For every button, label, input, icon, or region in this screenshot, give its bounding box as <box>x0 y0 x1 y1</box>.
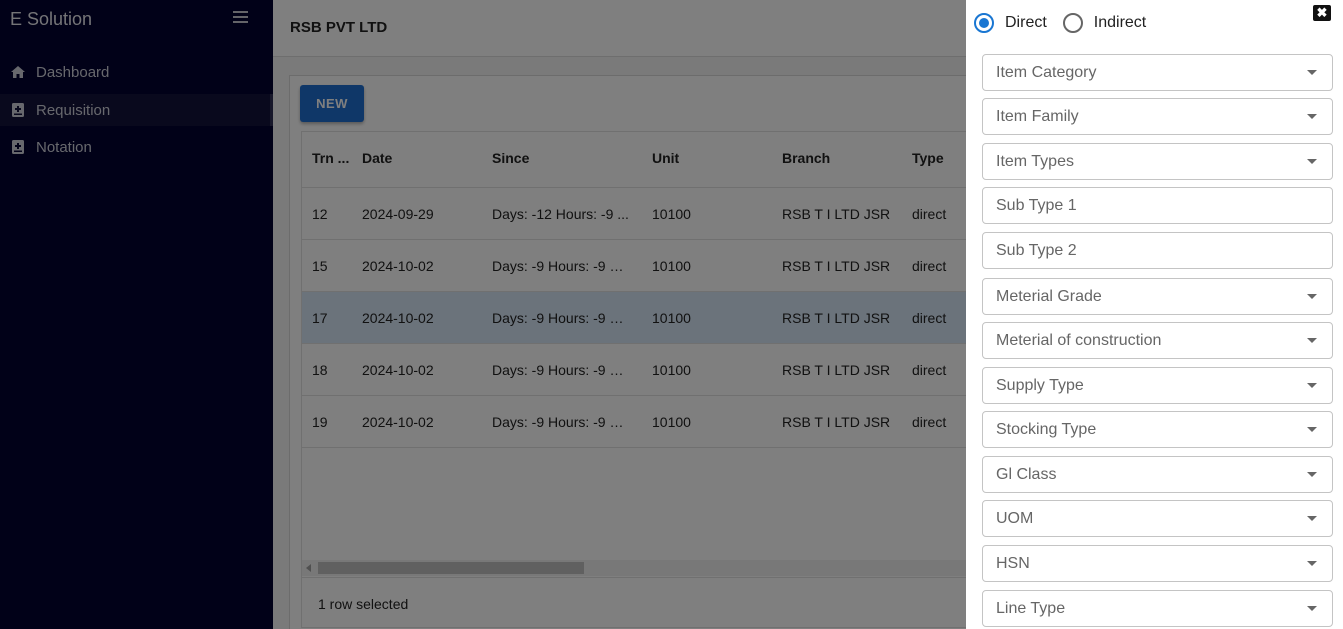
sub-type-1-field[interactable] <box>982 187 1333 224</box>
uom-label: UOM <box>996 510 1034 527</box>
meterial-construction-select[interactable]: Meterial of construction <box>982 322 1333 359</box>
item-family-label: Item Family <box>996 108 1079 125</box>
sub-type-2-field[interactable] <box>982 232 1333 269</box>
item-types-select[interactable]: Item Types <box>982 143 1333 180</box>
type-radio-group: Direct Indirect <box>974 13 1162 33</box>
hsn-label: HSN <box>996 555 1030 572</box>
stocking-type-select[interactable]: Stocking Type <box>982 411 1333 448</box>
supply-type-select[interactable]: Supply Type <box>982 367 1333 404</box>
item-category-label: Item Category <box>996 64 1097 81</box>
uom-select[interactable]: UOM <box>982 500 1333 537</box>
direct-radio-label: Direct <box>1005 14 1047 31</box>
chevron-down-icon <box>1307 159 1317 164</box>
item-family-select[interactable]: Item Family <box>982 98 1333 135</box>
meterial-grade-select[interactable]: Meterial Grade <box>982 278 1333 315</box>
chevron-down-icon <box>1307 383 1317 388</box>
indirect-radio-label: Indirect <box>1093 14 1147 31</box>
item-category-select[interactable]: Item Category <box>982 54 1333 91</box>
meterial-construction-label: Meterial of construction <box>996 332 1162 349</box>
line-type-select[interactable]: Line Type <box>982 590 1333 627</box>
chevron-down-icon <box>1307 516 1317 521</box>
line-type-label: Line Type <box>996 600 1066 617</box>
chevron-down-icon <box>1307 427 1317 432</box>
meterial-grade-label: Meterial Grade <box>996 288 1102 305</box>
close-icon[interactable]: ✖ <box>1313 5 1331 21</box>
gl-class-select[interactable]: Gl Class <box>982 456 1333 493</box>
chevron-down-icon <box>1307 338 1317 343</box>
indirect-radio[interactable] <box>1062 13 1083 33</box>
modal-backdrop[interactable] <box>0 0 966 629</box>
sub-type-2-input[interactable] <box>983 233 1332 268</box>
gl-class-label: Gl Class <box>996 466 1057 483</box>
item-types-label: Item Types <box>996 153 1074 170</box>
supply-type-label: Supply Type <box>996 377 1084 394</box>
stocking-type-label: Stocking Type <box>996 421 1097 438</box>
chevron-down-icon <box>1307 472 1317 477</box>
chevron-down-icon <box>1307 294 1317 299</box>
chevron-down-icon <box>1307 70 1317 75</box>
hsn-select[interactable]: HSN <box>982 545 1333 582</box>
chevron-down-icon <box>1307 606 1317 611</box>
filter-drawer: ✖ Direct Indirect Item Category Item Fam… <box>966 0 1343 629</box>
chevron-down-icon <box>1307 561 1317 566</box>
direct-radio[interactable] <box>974 13 994 33</box>
sub-type-1-input[interactable] <box>983 188 1332 223</box>
chevron-down-icon <box>1307 114 1317 119</box>
